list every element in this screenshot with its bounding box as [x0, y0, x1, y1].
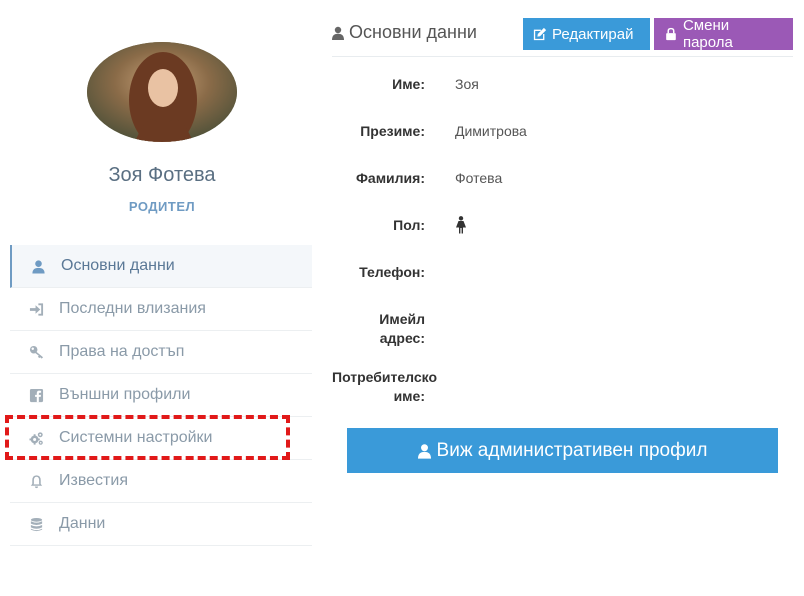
menu-item-label: Последни влизания: [59, 300, 206, 317]
menu-item-label: Данни: [59, 515, 106, 532]
profile-role: РОДИТЕЛ: [128, 199, 196, 214]
field-value-middle-name: Димитрова: [455, 123, 527, 139]
database-icon: [28, 516, 44, 532]
profile-avatar: [87, 42, 237, 142]
menu-item-label: Системни настройки: [59, 429, 213, 446]
field-label-last-name: Фамилия:: [355, 170, 425, 186]
view-admin-profile-label: Виж административен профил: [436, 439, 708, 461]
view-admin-profile-button[interactable]: Виж административен профил: [347, 428, 778, 473]
field-label-middle-name: Презиме:: [360, 123, 425, 139]
menu-item-external-profiles[interactable]: Външни профили: [10, 374, 312, 417]
edit-button[interactable]: Редактирай: [523, 18, 650, 50]
user-icon: [332, 26, 344, 40]
bell-icon: [28, 473, 44, 489]
change-password-label: Смени парола: [682, 17, 733, 51]
menu-item-system-settings[interactable]: Системни настройки: [10, 417, 312, 460]
edit-button-label: Редактирай: [552, 25, 634, 43]
menu-item-data[interactable]: Данни: [10, 503, 312, 546]
user-icon: [30, 258, 46, 274]
menu-item-last-logins[interactable]: Последни влизания: [10, 288, 312, 331]
change-password-button[interactable]: Смени парола: [654, 17, 793, 51]
details-title-text: Основни данни: [349, 22, 477, 42]
menu-item-label: Права на достъп: [59, 343, 185, 360]
profile-name: Зоя Фотева: [108, 164, 216, 186]
lock-icon: [666, 27, 676, 41]
user-icon: [417, 443, 431, 459]
field-label-first-name: Име:: [392, 76, 425, 92]
menu-item-basic-data[interactable]: Основни данни: [10, 245, 312, 288]
menu-item-notifications[interactable]: Известия: [10, 460, 312, 503]
menu-item-label: Външни профили: [59, 386, 191, 403]
sign-in-icon: [28, 301, 44, 317]
facebook-icon: [28, 387, 44, 403]
field-value-last-name: Фотева: [455, 170, 503, 186]
menu-item-access-rights[interactable]: Права на достъп: [10, 331, 312, 374]
key-icon: [28, 344, 44, 360]
divider: [332, 56, 793, 57]
menu-item-label: Основни данни: [61, 257, 175, 274]
field-label-email: Имейл адрес:: [379, 311, 425, 346]
edit-icon: [533, 27, 547, 41]
cogs-icon: [28, 430, 44, 446]
menu-item-label: Известия: [59, 472, 128, 489]
female-icon: [455, 216, 467, 234]
details-title: Основни данни: [332, 22, 477, 43]
profile-menu: Основни данни Последни влизания Права на…: [10, 245, 312, 546]
field-label-gender: Пол:: [393, 217, 425, 233]
field-label-username: Потребителско име:: [332, 369, 438, 404]
field-value-first-name: Зоя: [455, 76, 479, 92]
field-label-phone: Телефон:: [359, 264, 425, 280]
